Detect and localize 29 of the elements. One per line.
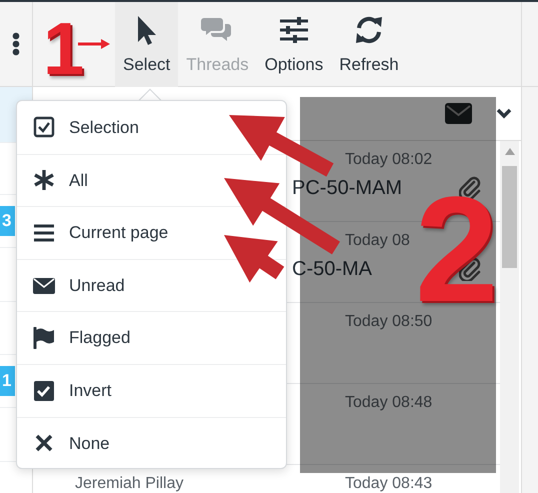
menu-item[interactable]: Selection bbox=[17, 101, 286, 154]
scroll-up-icon[interactable] bbox=[505, 148, 515, 155]
checked-box-icon bbox=[33, 380, 55, 402]
more-menu-icon[interactable] bbox=[12, 32, 20, 56]
date-text: Today 08:48 bbox=[345, 393, 434, 413]
sliders-icon bbox=[278, 14, 310, 46]
date-text: Today 08 bbox=[345, 231, 411, 251]
scrollbar[interactable] bbox=[500, 141, 519, 493]
menu-item[interactable]: Flagged bbox=[17, 311, 286, 364]
menu-item[interactable]: Invert bbox=[17, 364, 286, 417]
checkbox-icon bbox=[33, 116, 55, 138]
step-number: 2 bbox=[415, 195, 498, 303]
chevron-down-icon[interactable] bbox=[496, 108, 512, 119]
sender-name: Jeremiah Pillay bbox=[75, 474, 184, 493]
options-button[interactable]: Options bbox=[256, 2, 332, 87]
unread-count: 3 bbox=[0, 206, 16, 236]
refresh-button[interactable]: Refresh bbox=[331, 2, 407, 87]
unread-count: 1 bbox=[0, 366, 16, 396]
date-text: Today 08:02 bbox=[345, 150, 434, 170]
date-text: Today 08:50 bbox=[345, 312, 434, 332]
envelope-icon[interactable] bbox=[445, 103, 472, 124]
date-text: Today 08:43 bbox=[345, 474, 434, 493]
menu-item[interactable]: None bbox=[17, 416, 286, 470]
scroll-thumb[interactable] bbox=[502, 166, 517, 268]
flag-icon bbox=[33, 327, 55, 350]
select-button[interactable]: Select bbox=[115, 2, 178, 87]
step-number: 1 bbox=[43, 12, 84, 86]
asterisk-icon bbox=[33, 169, 55, 192]
list-lines-icon bbox=[33, 222, 55, 244]
